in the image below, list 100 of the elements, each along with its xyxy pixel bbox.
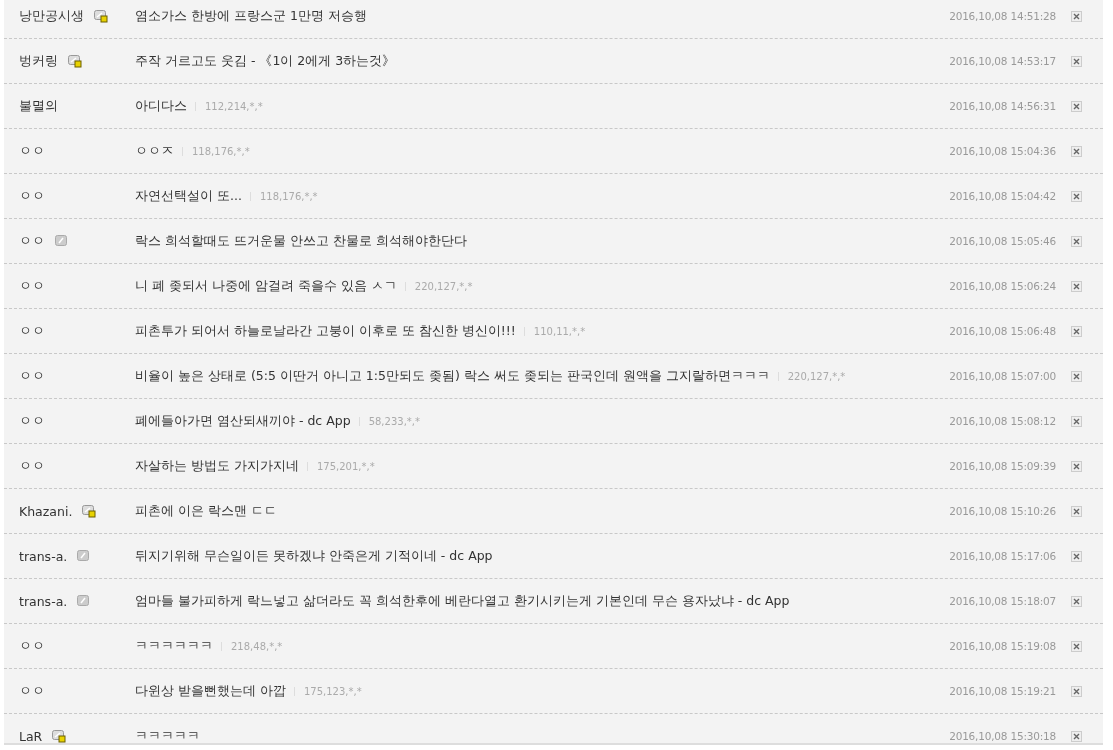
- delete-button[interactable]: [1071, 730, 1082, 742]
- user-name[interactable]: ㅇㅇ: [19, 637, 45, 655]
- comment-date: 2016,10,08 15:04:36: [948, 145, 1056, 157]
- close-icon: [1073, 642, 1080, 650]
- user-name[interactable]: ㅇㅇ: [19, 232, 45, 250]
- user-name[interactable]: ㅇㅇ: [19, 142, 45, 160]
- close-icon: [1073, 507, 1080, 515]
- gallery-user-icon: [68, 54, 82, 68]
- close-icon: [1073, 417, 1080, 425]
- close-icon: [1073, 282, 1080, 290]
- gallery-user-icon: [77, 550, 91, 562]
- comment-date: 2016,10,08 14:56:31: [948, 100, 1056, 112]
- ip-address: 112,214,*,*: [195, 101, 263, 111]
- ip-address: 118,176,*,*: [182, 146, 250, 156]
- gallery-user-icon: [94, 9, 108, 23]
- comment-text: 다윈상 받을뻔했는데 아깝: [135, 682, 286, 700]
- delete-button[interactable]: [1071, 595, 1082, 607]
- comment-date: 2016,10,08 15:06:24: [948, 280, 1056, 292]
- comment-date: 2016,10,08 15:04:42: [948, 190, 1056, 202]
- delete-button[interactable]: [1071, 325, 1082, 337]
- comment-text: 폐에들아가면 염산되새끼야 - dc App: [135, 412, 351, 430]
- close-icon: [1073, 147, 1080, 155]
- ip-address: 220,127,*,*: [777, 371, 846, 381]
- user-name[interactable]: trans-a.: [19, 548, 68, 564]
- close-icon: [1073, 57, 1080, 65]
- user-name[interactable]: 불멸의: [19, 97, 58, 115]
- delete-button[interactable]: [1071, 640, 1082, 652]
- delete-button[interactable]: [1071, 10, 1082, 22]
- user-name[interactable]: ㅇㅇ: [19, 322, 45, 340]
- ip-address: 218,48,*,*: [221, 641, 283, 651]
- delete-button[interactable]: [1071, 460, 1082, 472]
- close-icon: [1073, 732, 1080, 740]
- delete-button[interactable]: [1071, 370, 1082, 382]
- ip-address: 110,11,*,*: [523, 326, 586, 336]
- close-icon: [1073, 237, 1080, 245]
- close-icon: [1073, 327, 1080, 335]
- comment-text: 엄마들 불가피하게 락느넣고 삶더라도 꼭 희석한후에 베란다열고 환기시키는게 기본인데 무슨 용자났냐 - dc App: [135, 592, 790, 610]
- comment-text: ㅋㅋㅋㅋㅋㅋ: [135, 637, 213, 655]
- delete-button[interactable]: [1071, 145, 1082, 157]
- comment-date: 2016,10,08 15:09:39: [948, 460, 1056, 472]
- user-name[interactable]: 낭만공시생: [19, 7, 84, 25]
- comment-date: 2016,10,08 15:05:46: [948, 235, 1056, 247]
- comment-text: ㅇㅇㅈ: [135, 142, 174, 160]
- comment-text: 피촌에 이은 락스맨 ㄷㄷ: [135, 502, 277, 520]
- user-name[interactable]: ㅇㅇ: [19, 367, 45, 385]
- delete-button[interactable]: [1071, 55, 1082, 67]
- ip-address: 220,127,*,*: [404, 281, 473, 291]
- close-icon: [1073, 12, 1080, 20]
- comment-date: 2016,10,08 15:30:18: [948, 730, 1056, 742]
- comment-text: 뒤지기위해 무슨일이든 못하겠냐 안죽은게 기적이네 - dc App: [135, 547, 493, 565]
- comment-text: 아디다스: [135, 97, 187, 115]
- user-name[interactable]: ㅇㅇ: [19, 187, 45, 205]
- user-name[interactable]: Khazani.: [19, 503, 73, 519]
- user-name[interactable]: ㅇㅇ: [19, 682, 45, 700]
- close-icon: [1073, 552, 1080, 560]
- ip-address: 175,123,*,*: [293, 686, 362, 696]
- gallery-user-icon: [82, 504, 97, 518]
- comment-text: 락스 희석할때도 뜨거운물 안쓰고 찬물로 희석해야한단다: [135, 232, 467, 250]
- ip-address: 118,176,*,*: [249, 191, 318, 201]
- comment-text: 피촌투가 되어서 하늘로날라간 고붕이 이후로 또 참신한 병신이!!!: [135, 322, 516, 340]
- comment-text: 니 폐 좆되서 나중에 암걸려 죽을수 있음 ㅅㄱ: [135, 277, 397, 295]
- user-name[interactable]: ㅇㅇ: [19, 277, 45, 295]
- ip-address: 58,233,*,*: [358, 416, 420, 426]
- comment-text: 주작 거르고도 웃김 - 《1이 2에게 3하는것》: [135, 52, 396, 70]
- delete-button[interactable]: [1071, 505, 1082, 517]
- user-name[interactable]: 벙커링: [19, 52, 58, 70]
- delete-button[interactable]: [1071, 235, 1082, 247]
- close-icon: [1073, 597, 1080, 605]
- delete-button[interactable]: [1071, 415, 1082, 427]
- comment-text: 자살하는 방법도 가지가지네: [135, 457, 299, 475]
- comment-text: ㅋㅋㅋㅋㅋ: [135, 727, 200, 743]
- delete-button[interactable]: [1071, 100, 1082, 112]
- user-name[interactable]: ㅇㅇ: [19, 412, 45, 430]
- delete-button[interactable]: [1071, 190, 1082, 202]
- delete-button[interactable]: [1071, 685, 1082, 697]
- user-name[interactable]: LaR: [19, 728, 43, 743]
- comment-date: 2016,10,08 15:10:26: [948, 505, 1056, 517]
- comment-date: 2016,10,08 15:17:06: [948, 550, 1056, 562]
- user-name[interactable]: ㅇㅇ: [19, 457, 45, 475]
- close-icon: [1073, 687, 1080, 695]
- comment-text: 비율이 높은 상태로 (5:5 이딴거 아니고 1:5만되도 좆됨) 락스 써도 좆되는 판국인데 원액을 그지랄하면ㅋㅋㅋ: [135, 367, 770, 385]
- comment-date: 2016,10,08 14:51:28: [948, 10, 1056, 22]
- close-icon: [1073, 462, 1080, 470]
- comment-date: 2016,10,08 14:53:17: [948, 55, 1056, 67]
- user-name[interactable]: trans-a.: [19, 593, 68, 609]
- comment-date: 2016,10,08 15:19:21: [948, 685, 1056, 697]
- close-icon: [1073, 192, 1080, 200]
- delete-button[interactable]: [1071, 280, 1082, 292]
- close-icon: [1073, 102, 1080, 110]
- close-icon: [1073, 372, 1080, 380]
- gallery-user-icon: [55, 235, 68, 247]
- comment-date: 2016,10,08 15:18:07: [948, 595, 1056, 607]
- ip-address: 175,201,*,*: [306, 461, 375, 471]
- comment-date: 2016,10,08 15:07:00: [948, 370, 1056, 382]
- gallery-user-icon: [77, 595, 91, 607]
- comment-date: 2016,10,08 15:06:48: [948, 325, 1056, 337]
- delete-button[interactable]: [1071, 550, 1082, 562]
- comment-date: 2016,10,08 15:19:08: [948, 640, 1056, 652]
- comment-text: 염소가스 한방에 프랑스군 1만명 저승행: [135, 7, 367, 25]
- comment-text: 자연선택설이 또...: [135, 187, 242, 205]
